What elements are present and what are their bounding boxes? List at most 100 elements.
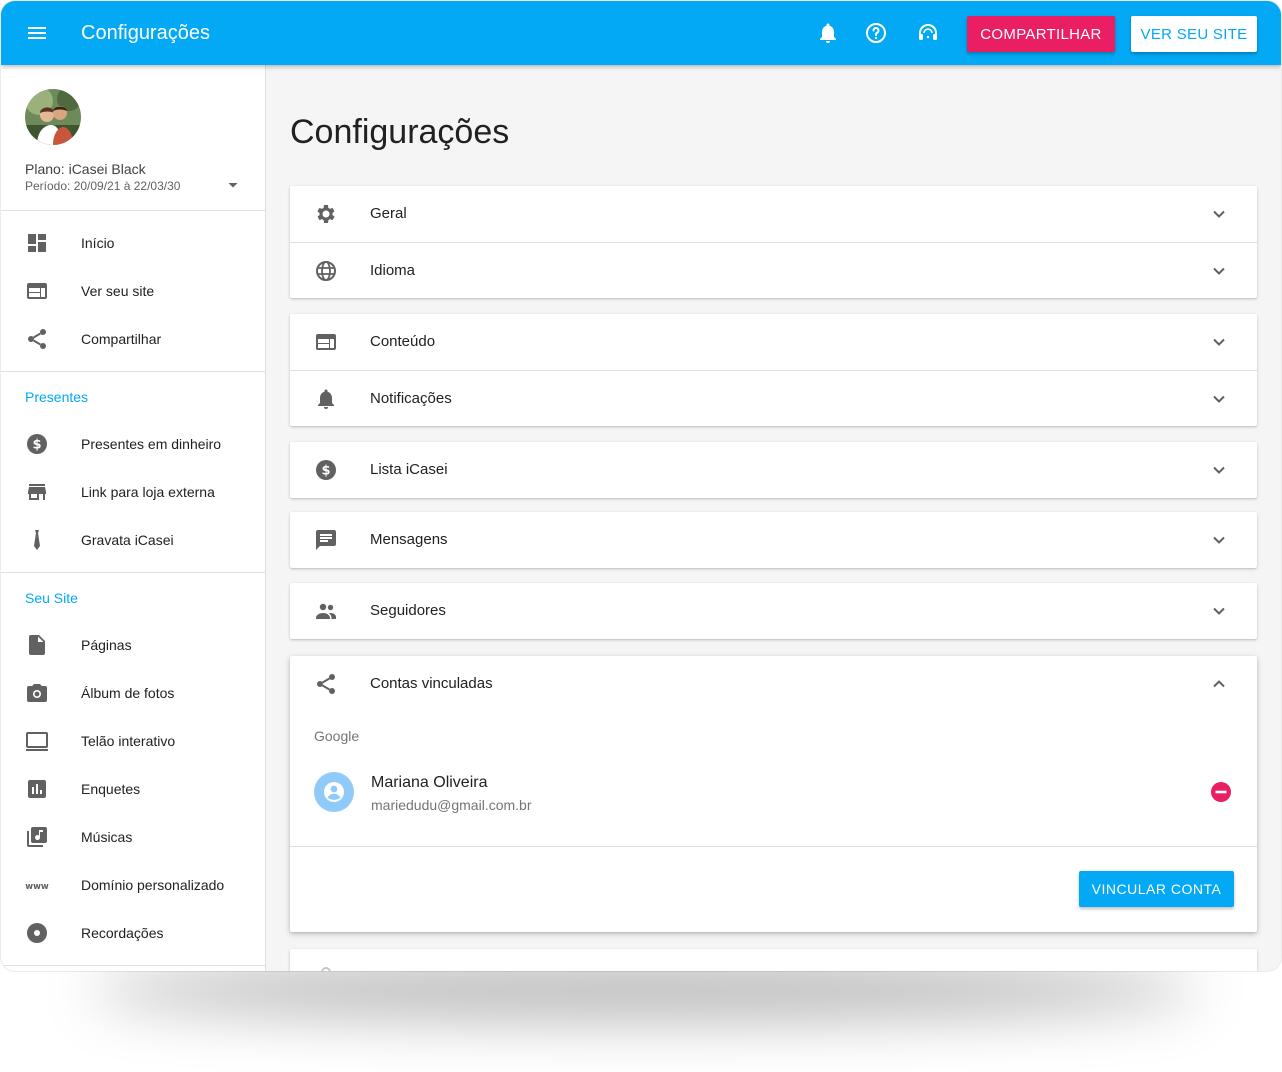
share-icon [25,327,49,351]
chevron-down-icon [1207,599,1231,623]
settings-group-general: Geral Idioma [290,186,1257,298]
panel-next[interactable] [290,949,1257,971]
music-icon [25,825,49,849]
chevron-down-icon [1207,458,1231,482]
panel-label: Mensagens [370,531,448,548]
store-icon [25,480,49,504]
notifications-icon[interactable] [816,21,840,45]
panel-label: Lista iCasei [370,461,448,478]
panel-contas-header[interactable]: Contas vinculadas [290,656,1257,712]
svg-text:$: $ [32,438,41,453]
panel-label: Conteúdo [370,333,436,350]
caret-down-icon[interactable] [225,177,241,193]
settings-group-mensagens: Mensagens [290,512,1257,568]
plan-period: Período: 20/09/21 à 22/03/30 [25,179,181,193]
account-email: mariedudu@gmail.com.br [371,797,532,813]
menu-icon[interactable] [25,21,49,45]
share-button[interactable]: COMPARTILHAR [967,16,1115,52]
panel-seguidores[interactable]: Seguidores [290,583,1257,639]
panel-notificacoes[interactable]: Notificações [290,370,1257,426]
web-icon [314,330,338,354]
monitor-icon [25,729,49,753]
disc-icon [25,921,49,945]
svg-text:$: $ [321,464,330,479]
chevron-down-icon [1207,387,1231,411]
sidebar-item-telao[interactable]: Telão interativo [1,717,265,765]
sidebar-item-label: Ver seu site [81,283,155,299]
plan-name: Plano: iCasei Black [25,161,146,177]
panel-label: Idioma [370,262,416,279]
main-content: Configurações Geral Idioma Conteúdo Noti… [267,65,1281,971]
panel-lista-icasei[interactable]: $ Lista iCasei [290,442,1257,498]
chevron-down-icon [1207,330,1231,354]
share-icon [314,672,338,696]
panel-geral[interactable]: Geral [290,186,1257,242]
settings-group-lista: $ Lista iCasei [290,442,1257,498]
panel-footer: VINCULAR CONTA [290,846,1257,932]
web-icon [25,279,49,303]
view-site-button[interactable]: VER SEU SITE [1131,16,1257,52]
panel-idioma[interactable]: Idioma [290,242,1257,298]
provider-label: Google [314,728,360,744]
chevron-down-icon [1207,259,1231,283]
globe-icon [314,259,338,283]
page-title: Configurações [290,113,510,151]
settings-group-next [290,949,1257,971]
sidebar-item-inicio[interactable]: Início [1,219,265,267]
sidebar-item-label: Páginas [81,637,132,653]
sidebar-item-compartilhar[interactable]: Compartilhar [1,315,265,363]
sidebar-item-label: Músicas [81,829,133,845]
sidebar-item-enquetes[interactable]: Enquetes [1,765,265,813]
sidebar-item-presentes-dinheiro[interactable]: $ Presentes em dinheiro [1,420,265,468]
sidebar-item-label: Domínio personalizado [81,877,225,893]
sidebar-item-loja-externa[interactable]: Link para loja externa [1,468,265,516]
settings-group-seguidores: Seguidores [290,583,1257,639]
account-avatar-icon [314,772,354,812]
sidebar-item-label: Enquetes [81,781,141,797]
money-icon: $ [314,458,338,482]
nav-group-main: Início Ver seu site Compartilhar [1,211,265,372]
nav-subheader-seu-site: Seu Site [25,590,78,606]
sidebar-item-musicas[interactable]: Músicas [1,813,265,861]
dashboard-icon [25,231,49,255]
profile-section: Plano: iCasei Black Período: 20/09/21 à … [1,65,265,211]
account-name: Mariana Oliveira [371,774,488,791]
app-title: Configurações [81,22,210,44]
panel-conteudo[interactable]: Conteúdo [290,314,1257,370]
top-app-bar: Configurações COMPARTILHAR VER SEU SITE [1,1,1281,65]
message-icon [314,528,338,552]
sidebar-item-album[interactable]: Álbum de fotos [1,669,265,717]
poll-icon [25,777,49,801]
avatar[interactable] [25,89,81,145]
sidebar-item-ver-seu-site[interactable]: Ver seu site [1,267,265,315]
tie-icon [25,528,49,552]
help-icon[interactable] [864,21,888,45]
lock-icon [314,965,338,971]
sidebar-item-label: Telão interativo [81,733,176,749]
nav-subheader-presentes: Presentes [25,389,89,405]
chevron-down-icon [1207,528,1231,552]
panel-mensagens[interactable]: Mensagens [290,512,1257,568]
bell-icon [314,387,338,411]
people-icon [314,599,338,623]
remove-account-icon[interactable] [1209,780,1233,804]
sidebar-item-label: Álbum de fotos [81,685,175,701]
nav-group-seu-site: Seu Site Páginas Álbum de fotos Telão in… [1,573,265,966]
www-icon: www [25,873,49,897]
camera-icon [25,681,49,705]
sidebar: Plano: iCasei Black Período: 20/09/21 à … [1,65,266,971]
sidebar-item-gravata[interactable]: Gravata iCasei [1,516,265,564]
panel-label: Seguidores [370,602,446,619]
svg-text:www: www [25,882,49,892]
sidebar-item-recordacoes[interactable]: Recordações [1,909,265,957]
support-headset-icon[interactable] [916,21,940,45]
sidebar-item-dominio[interactable]: www Domínio personalizado [1,861,265,909]
sidebar-item-label: Início [81,235,115,251]
sidebar-item-label: Recordações [81,925,164,941]
linked-account-row: Mariana Oliveira mariedudu@gmail.com.br [290,756,1257,828]
link-account-button[interactable]: VINCULAR CONTA [1079,871,1234,907]
sidebar-item-paginas[interactable]: Páginas [1,621,265,669]
nav-group-presentes: Presentes $ Presentes em dinheiro Link p… [1,372,265,573]
money-icon: $ [25,432,49,456]
sidebar-item-label: Gravata iCasei [81,532,174,548]
